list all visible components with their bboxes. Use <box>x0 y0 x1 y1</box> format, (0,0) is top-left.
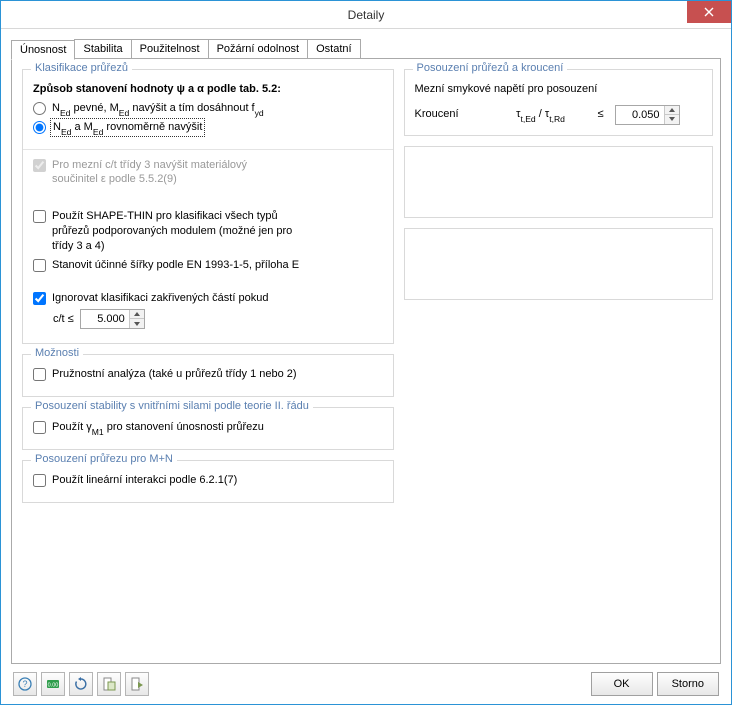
radio-ned-fixed[interactable] <box>33 102 46 115</box>
chk-linear-interaction[interactable] <box>33 474 46 487</box>
help-button[interactable]: ? <box>13 672 37 696</box>
torsion-ratio: τt,Ed / τt,Rd <box>495 107 587 122</box>
group-empty-2 <box>404 228 714 300</box>
group-mn: Posouzení průřezu pro M+N Použít lineárn… <box>22 460 394 503</box>
torsion-input[interactable] <box>616 107 664 123</box>
ct-spin-up[interactable] <box>130 310 144 319</box>
page-icon <box>102 677 116 691</box>
chk-row-pruznostni: Pružnostní analýza (také u průřezů třídy… <box>33 367 383 382</box>
chk-row-gamma: Použít γM1 pro stanovení únosnosti průře… <box>33 420 383 435</box>
chk-gamma-label: Použít γM1 pro stanovení únosnosti průře… <box>52 420 264 435</box>
radio-row-2: NEd a MEd rovnoměrně navýšit <box>33 120 383 135</box>
units-button[interactable]: 0.00 <box>41 672 65 696</box>
tabpanel-unosnost: Klasifikace průřezů Způsob stanovení hod… <box>11 58 721 664</box>
chk-ignore-curved[interactable] <box>33 292 46 305</box>
chk-elastic-analysis[interactable] <box>33 368 46 381</box>
tab-stabilita[interactable]: Stabilita <box>74 39 131 59</box>
page-arrow-icon <box>130 677 144 691</box>
dialog-window: Detaily Únosnost Stabilita Použitelnost … <box>0 0 732 705</box>
default-button-1[interactable] <box>97 672 121 696</box>
left-column: Klasifikace průřezů Způsob stanovení hod… <box>22 69 394 653</box>
default-button-2[interactable] <box>125 672 149 696</box>
titlebar: Detaily <box>1 1 731 29</box>
group-title: Posouzení stability s vnitřními silami p… <box>31 400 313 412</box>
torsion-row: Kroucení τt,Ed / τt,Rd ≤ <box>415 105 703 125</box>
chk-row-shape: Použít SHAPE-THIN pro klasifikaci všech … <box>33 209 383 254</box>
tab-ostatni[interactable]: Ostatní <box>307 39 360 59</box>
heading-zpusob: Způsob stanovení hodnoty ψ a α podle tab… <box>33 82 281 97</box>
chk-shape-thin[interactable] <box>33 210 46 223</box>
tabbar: Únosnost Stabilita Použitelnost Požární … <box>11 39 721 59</box>
group-title: Možnosti <box>31 347 83 359</box>
group-empty-1 <box>404 146 714 218</box>
chk-linear-label: Použít lineární interakci podle 6.2.1(7) <box>52 473 237 488</box>
group-title: Posouzení průřezu pro M+N <box>31 453 177 465</box>
chk-effective-widths[interactable] <box>33 259 46 272</box>
chk-row-material: Pro mezní c/t třídy 3 navýšit materiálov… <box>33 158 383 188</box>
chk-row-linear-int: Použít lineární interakci podle 6.2.1(7) <box>33 473 383 488</box>
ct-input[interactable] <box>81 311 129 327</box>
chk-shape-label: Použít SHAPE-THIN pro klasifikaci všech … <box>52 209 292 254</box>
chk-row-ignore: Ignorovat klasifikaci zakřivených částí … <box>33 291 383 306</box>
chk-effwidth-label: Stanovit účinné šířky podle EN 1993-1-5,… <box>52 258 299 273</box>
chk-gamma-m1[interactable] <box>33 421 46 434</box>
torsion-label: Kroucení <box>415 107 495 122</box>
svg-text:0.00: 0.00 <box>48 683 59 689</box>
radio-row-1: NEd pevné, MEd navýšit a tím dosáhnout f… <box>33 101 383 116</box>
chk-material-label: Pro mezní c/t třídy 3 navýšit materiálov… <box>52 158 247 188</box>
torsion-spinner <box>615 105 680 125</box>
tab-pozarni[interactable]: Požární odolnost <box>208 39 309 59</box>
ok-button[interactable]: OK <box>591 672 653 696</box>
tab-unosnost[interactable]: Únosnost <box>11 40 75 60</box>
radio-label-2: NEd a MEd rovnoměrně navýšit <box>52 120 203 135</box>
torsion-spin-up[interactable] <box>665 106 679 115</box>
ct-spin-down[interactable] <box>130 319 144 328</box>
right-column: Posouzení průřezů a kroucení Mezní smyko… <box>404 69 714 653</box>
tab-pouzitelnost[interactable]: Použitelnost <box>131 39 209 59</box>
help-icon: ? <box>18 677 32 691</box>
radio-label-1: NEd pevné, MEd navýšit a tím dosáhnout f… <box>52 101 264 116</box>
chk-material-factor <box>33 159 46 172</box>
close-icon <box>704 7 714 17</box>
units-icon: 0.00 <box>46 677 60 691</box>
group-title: Klasifikace průřezů <box>31 62 132 74</box>
torsion-le: ≤ <box>587 107 615 122</box>
buttonbar: ? 0.00 OK Storno <box>11 664 721 698</box>
close-button[interactable] <box>687 1 731 23</box>
group-klasifikace: Klasifikace průřezů Způsob stanovení hod… <box>22 69 394 344</box>
svg-text:?: ? <box>22 679 27 689</box>
chk-elastic-label: Pružnostní analýza (také u průřezů třídy… <box>52 367 297 382</box>
reset-icon <box>74 677 88 691</box>
group-stability-ii: Posouzení stability s vnitřními silami p… <box>22 407 394 450</box>
group-torsion: Posouzení průřezů a kroucení Mezní smyko… <box>404 69 714 136</box>
group-moznosti: Možnosti Pružnostní analýza (také u průř… <box>22 354 394 397</box>
ct-label: c/t ≤ <box>53 309 74 327</box>
torsion-spin-down[interactable] <box>665 115 679 124</box>
torsion-subtitle: Mezní smykové napětí pro posouzení <box>415 82 598 97</box>
window-title: Detaily <box>348 8 385 22</box>
dialog-body: Únosnost Stabilita Použitelnost Požární … <box>1 29 731 704</box>
chk-row-effwidth: Stanovit účinné šířky podle EN 1993-1-5,… <box>33 258 383 273</box>
ct-spinner <box>80 309 145 329</box>
group-title: Posouzení průřezů a kroucení <box>413 62 568 74</box>
cancel-button[interactable]: Storno <box>657 672 719 696</box>
ct-row: c/t ≤ <box>53 309 383 329</box>
chk-ignore-label: Ignorovat klasifikaci zakřivených částí … <box>52 291 268 306</box>
radio-ned-med-uniform[interactable] <box>33 121 46 134</box>
reset-button[interactable] <box>69 672 93 696</box>
